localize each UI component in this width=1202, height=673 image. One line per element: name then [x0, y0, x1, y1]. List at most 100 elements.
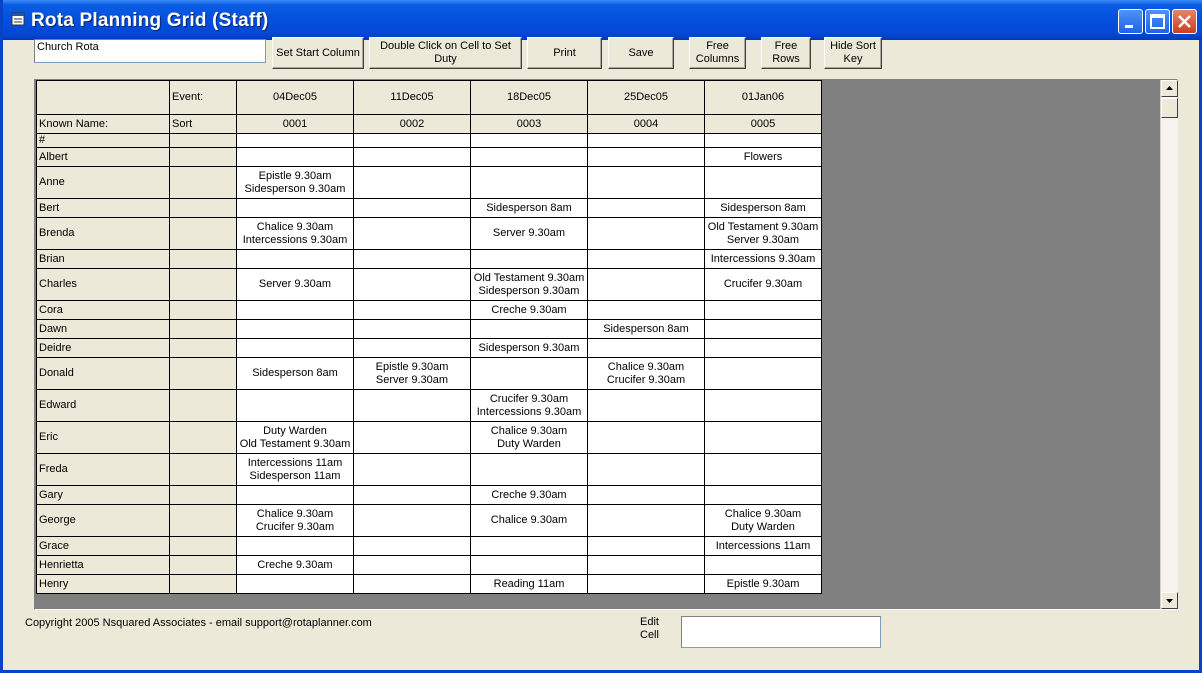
double-click-hint-button[interactable]: Double Click on Cell to Set Duty [369, 37, 522, 69]
minimize-button[interactable] [1118, 9, 1143, 34]
duty-cell[interactable] [587, 421, 705, 454]
duty-cell[interactable] [470, 357, 588, 390]
sort-key-cell[interactable] [169, 268, 237, 301]
vertical-scrollbar[interactable] [1160, 80, 1178, 609]
duty-cell[interactable] [236, 485, 354, 505]
duty-cell[interactable] [353, 389, 471, 422]
event-date-header[interactable]: 04Dec05 [236, 80, 354, 115]
person-name[interactable]: Donald [36, 357, 170, 390]
duty-cell[interactable] [704, 421, 822, 454]
duty-cell[interactable] [704, 389, 822, 422]
duty-cell[interactable] [236, 198, 354, 218]
duty-cell[interactable]: Sidesperson 8am [704, 198, 822, 218]
duty-cell[interactable] [236, 319, 354, 339]
sort-key-cell[interactable] [169, 536, 237, 556]
event-code-header[interactable]: 0003 [470, 114, 588, 134]
duty-cell[interactable] [236, 133, 354, 148]
duty-cell[interactable] [704, 319, 822, 339]
duty-cell[interactable] [587, 389, 705, 422]
duty-cell[interactable]: Chalice 9.30am Duty Warden [470, 421, 588, 454]
close-button[interactable] [1172, 9, 1197, 34]
duty-cell[interactable]: Epistle 9.30am Server 9.30am [353, 357, 471, 390]
duty-cell[interactable]: Chalice 9.30am Crucifer 9.30am [236, 504, 354, 537]
duty-cell[interactable]: Crucifer 9.30am Intercessions 9.30am [470, 389, 588, 422]
duty-cell[interactable] [353, 268, 471, 301]
duty-cell[interactable] [353, 453, 471, 486]
duty-cell[interactable] [353, 147, 471, 167]
person-name[interactable]: # [36, 133, 170, 148]
duty-cell[interactable] [353, 217, 471, 250]
duty-cell[interactable] [587, 268, 705, 301]
duty-cell[interactable]: Creche 9.30am [236, 555, 354, 575]
sort-key-cell[interactable] [169, 504, 237, 537]
scroll-thumb[interactable] [1161, 98, 1178, 118]
person-name[interactable]: Henrietta [36, 555, 170, 575]
duty-cell[interactable] [470, 147, 588, 167]
duty-cell[interactable] [470, 536, 588, 556]
maximize-button[interactable] [1145, 9, 1170, 34]
duty-cell[interactable] [587, 504, 705, 537]
sort-key-cell[interactable] [169, 133, 237, 148]
duty-cell[interactable] [353, 300, 471, 320]
event-date-header[interactable]: 11Dec05 [353, 80, 471, 115]
duty-cell[interactable] [587, 147, 705, 167]
duty-cell[interactable] [353, 555, 471, 575]
duty-cell[interactable]: Creche 9.30am [470, 300, 588, 320]
save-button[interactable]: Save [608, 37, 674, 69]
duty-cell[interactable] [587, 485, 705, 505]
sort-key-cell[interactable] [169, 166, 237, 199]
duty-cell[interactable]: Crucifer 9.30am [704, 268, 822, 301]
duty-cell[interactable] [704, 166, 822, 199]
duty-cell[interactable]: Intercessions 11am Sidesperson 11am [236, 453, 354, 486]
duty-cell[interactable]: Intercessions 11am [704, 536, 822, 556]
duty-cell[interactable] [587, 338, 705, 358]
scroll-up-button[interactable] [1161, 80, 1178, 97]
duty-cell[interactable] [236, 147, 354, 167]
duty-cell[interactable]: Sidesperson 9.30am [470, 338, 588, 358]
event-code-header[interactable]: 0001 [236, 114, 354, 134]
duty-cell[interactable] [236, 300, 354, 320]
set-start-column-button[interactable]: Set Start Column [272, 37, 364, 69]
duty-cell[interactable] [236, 536, 354, 556]
scroll-down-button[interactable] [1161, 592, 1178, 609]
duty-cell[interactable] [470, 166, 588, 199]
free-rows-button[interactable]: Free Rows [761, 37, 811, 69]
duty-cell[interactable] [353, 133, 471, 148]
duty-cell[interactable] [587, 133, 705, 148]
duty-cell[interactable] [470, 555, 588, 575]
person-name[interactable]: Grace [36, 536, 170, 556]
sort-key-cell[interactable] [169, 574, 237, 594]
sort-key-cell[interactable] [169, 300, 237, 320]
duty-cell[interactable]: Reading 11am [470, 574, 588, 594]
duty-cell[interactable] [704, 555, 822, 575]
duty-cell[interactable] [704, 357, 822, 390]
person-name[interactable]: Henry [36, 574, 170, 594]
rota-name-field[interactable]: Church Rota [34, 39, 266, 63]
duty-cell[interactable] [353, 421, 471, 454]
person-name[interactable]: Anne [36, 166, 170, 199]
event-code-header[interactable]: 0002 [353, 114, 471, 134]
sort-key-cell[interactable] [169, 319, 237, 339]
duty-cell[interactable]: Intercessions 9.30am [704, 249, 822, 269]
duty-cell[interactable] [353, 166, 471, 199]
duty-cell[interactable] [704, 453, 822, 486]
duty-cell[interactable]: Epistle 9.30am [704, 574, 822, 594]
duty-cell[interactable] [587, 574, 705, 594]
event-date-header[interactable]: 25Dec05 [587, 80, 705, 115]
duty-cell[interactable] [236, 249, 354, 269]
duty-cell[interactable] [587, 166, 705, 199]
duty-cell[interactable] [704, 485, 822, 505]
sort-key-cell[interactable] [169, 485, 237, 505]
duty-cell[interactable]: Chalice 9.30am Intercessions 9.30am [236, 217, 354, 250]
person-name[interactable]: Albert [36, 147, 170, 167]
sort-key-cell[interactable] [169, 338, 237, 358]
person-name[interactable]: Brenda [36, 217, 170, 250]
duty-cell[interactable]: Server 9.30am [236, 268, 354, 301]
free-columns-button[interactable]: Free Columns [689, 37, 746, 69]
duty-cell[interactable]: Chalice 9.30am Duty Warden [704, 504, 822, 537]
duty-cell[interactable] [353, 485, 471, 505]
duty-cell[interactable]: Duty Warden Old Testament 9.30am [236, 421, 354, 454]
print-button[interactable]: Print [527, 37, 602, 69]
title-bar[interactable]: Rota Planning Grid (Staff) [3, 0, 1202, 40]
edit-cell-field[interactable] [681, 616, 881, 648]
